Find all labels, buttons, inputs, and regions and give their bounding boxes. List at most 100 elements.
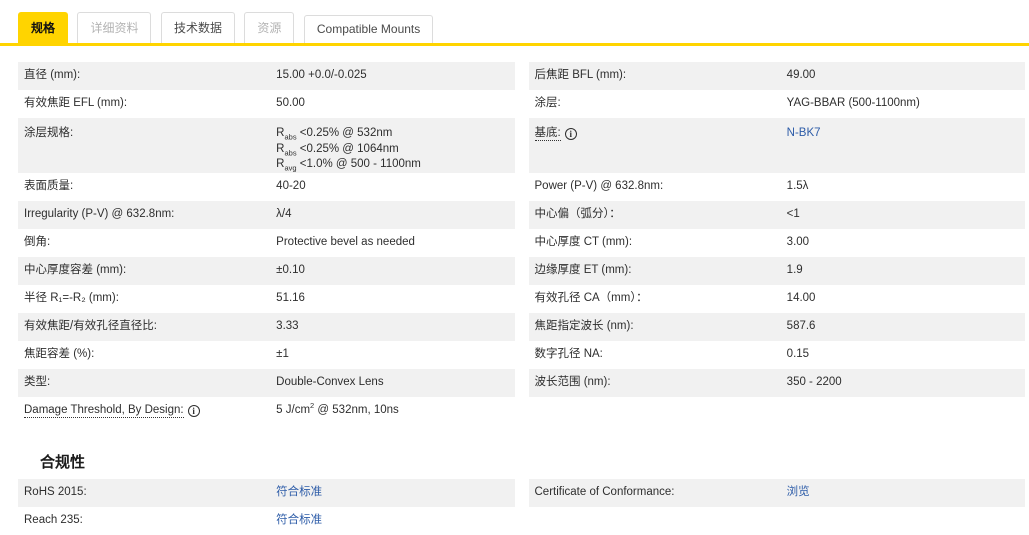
spec-row-centering: 中心偏（弧分）： <1 bbox=[528, 201, 1025, 229]
spec-value: 587.6 bbox=[786, 320, 816, 333]
tab-technical-data[interactable]: 技术数据 bbox=[160, 12, 235, 43]
spec-value: 49.00 bbox=[786, 69, 816, 82]
compliance-row-reach: Reach 235: 符合标准 bbox=[18, 507, 515, 535]
spec-label: Power (P-V) @ 632.8nm: bbox=[534, 180, 664, 193]
spec-value: 1.9 bbox=[786, 264, 803, 277]
tab-bar: 规格 详细资料 技术数据 资源 Compatible Mounts bbox=[0, 0, 1029, 46]
spec-value: Rabs <0.25% @ 532nm Rabs <0.25% @ 1064nm… bbox=[276, 124, 514, 175]
spec-label: 类型: bbox=[24, 376, 51, 389]
spec-value: YAG-BBAR (500-1100nm) bbox=[786, 97, 920, 110]
coating-line: Rabs <0.25% @ 1064nm bbox=[276, 142, 399, 157]
spec-value: 50.00 bbox=[276, 97, 305, 110]
spec-row-damage-threshold: Damage Threshold, By Design: i 5 J/cm2 @ … bbox=[18, 397, 515, 425]
spec-label: 中心厚度 CT (mm): bbox=[534, 236, 633, 249]
compliance-value: 符合标准 bbox=[276, 511, 514, 531]
spec-table-left: 直径 (mm): 15.00 +0.0/-0.025 有效焦距 EFL (mm)… bbox=[18, 62, 515, 425]
spec-row-diameter: 直径 (mm): 15.00 +0.0/-0.025 bbox=[18, 62, 515, 90]
coating-line: Rabs <0.25% @ 532nm bbox=[276, 127, 393, 142]
spec-value: Double-Convex Lens bbox=[276, 376, 384, 389]
spec-label: 中心偏（弧分）： bbox=[534, 208, 621, 221]
spec-value: ±0.10 bbox=[276, 264, 305, 277]
spec-row-empty bbox=[528, 397, 1025, 425]
tab-specifications[interactable]: 规格 bbox=[18, 12, 69, 43]
spec-label: 后焦距 BFL (mm): bbox=[534, 69, 627, 82]
compliance-label: Reach 235: bbox=[24, 514, 83, 527]
spec-label: 有效孔径 CA（mm）： bbox=[534, 292, 648, 305]
info-icon[interactable]: i bbox=[564, 128, 577, 140]
compliance-label: Certificate of Conformance: bbox=[534, 486, 675, 499]
spec-row-substrate: 基底: i N-BK7 bbox=[528, 118, 1025, 173]
spec-value: N-BK7 bbox=[787, 124, 1025, 144]
spec-value: 1.5λ bbox=[786, 180, 809, 193]
spec-label: 有效焦距/有效孔径直径比: bbox=[24, 320, 157, 333]
spec-value: ±1 bbox=[276, 348, 289, 361]
spec-row-design-wavelength: 焦距指定波长 (nm): 587.6 bbox=[528, 313, 1025, 341]
spec-row-coating: 涂层: YAG-BBAR (500-1100nm) bbox=[528, 90, 1025, 118]
compliance-row-coc: Certificate of Conformance: 浏览 bbox=[528, 479, 1025, 507]
tab-details[interactable]: 详细资料 bbox=[77, 12, 152, 43]
spec-label: 表面质量: bbox=[24, 180, 74, 193]
spec-row-surface-quality: 表面质量: 40-20 bbox=[18, 173, 515, 201]
spec-row-radius: 半径 R₁=-R₂ (mm): 51.16 bbox=[18, 285, 515, 313]
spec-row-et: 边缘厚度 ET (mm): 1.9 bbox=[528, 257, 1025, 285]
spec-row-f-number: 有效焦距/有效孔径直径比: 3.33 bbox=[18, 313, 515, 341]
spec-label: Irregularity (P-V) @ 632.8nm: bbox=[24, 208, 175, 221]
rohs-compliant-link[interactable]: 符合标准 bbox=[276, 486, 322, 498]
spec-value: 40-20 bbox=[276, 180, 306, 193]
spec-row-power: Power (P-V) @ 632.8nm: 1.5λ bbox=[528, 173, 1025, 201]
damage-threshold-label: Damage Threshold, By Design: bbox=[24, 404, 184, 419]
compliance-row-empty bbox=[528, 507, 1025, 535]
spec-value: 15.00 +0.0/-0.025 bbox=[276, 69, 367, 82]
spec-row-ct: 中心厚度 CT (mm): 3.00 bbox=[528, 229, 1025, 257]
spec-row-wavelength-range: 波长范围 (nm): 350 - 2200 bbox=[528, 369, 1025, 397]
spec-value: 3.33 bbox=[276, 320, 299, 333]
spec-row-bfl: 后焦距 BFL (mm): 49.00 bbox=[528, 62, 1025, 90]
tab-compatible-mounts[interactable]: Compatible Mounts bbox=[303, 15, 434, 43]
spec-label: 边缘厚度 ET (mm): bbox=[534, 264, 632, 277]
spec-value: Protective bevel as needed bbox=[276, 236, 415, 249]
spec-label: 倒角: bbox=[24, 236, 51, 249]
specifications-section: 直径 (mm): 15.00 +0.0/-0.025 有效焦距 EFL (mm)… bbox=[18, 62, 1025, 535]
spec-label: 涂层规格: bbox=[24, 127, 74, 139]
spec-value: 350 - 2200 bbox=[786, 376, 842, 389]
spec-label: 涂层: bbox=[534, 97, 561, 110]
tab-resources[interactable]: 资源 bbox=[244, 12, 295, 43]
spec-value: λ/4 bbox=[276, 208, 292, 221]
spec-label: 直径 (mm): bbox=[24, 69, 81, 82]
spec-label: 数字孔径 NA: bbox=[534, 348, 603, 361]
spec-row-type: 类型: Double-Convex Lens bbox=[18, 369, 515, 397]
spec-value: 3.00 bbox=[786, 236, 810, 249]
spec-label: 波长范围 (nm): bbox=[534, 376, 611, 389]
spec-row-ca: 有效孔径 CA（mm）： 14.00 bbox=[528, 285, 1025, 313]
spec-label: Damage Threshold, By Design: i bbox=[18, 401, 276, 421]
spec-row-coating-specs: 涂层规格: Rabs <0.25% @ 532nm Rabs <0.25% @ … bbox=[18, 118, 515, 173]
substrate-label: 基底: bbox=[534, 127, 561, 141]
info-icon[interactable]: i bbox=[187, 405, 200, 418]
spec-value: 0.15 bbox=[786, 348, 810, 361]
spec-label: 半径 R₁=-R₂ (mm): bbox=[24, 292, 119, 305]
compliance-table-left: RoHS 2015: 符合标准 Reach 235: 符合标准 bbox=[18, 479, 515, 535]
spec-row-na: 数字孔径 NA: 0.15 bbox=[528, 341, 1025, 369]
spec-table-right: 后焦距 BFL (mm): 49.00 涂层: YAG-BBAR (500-11… bbox=[528, 62, 1025, 425]
spec-row-efl: 有效焦距 EFL (mm): 50.00 bbox=[18, 90, 515, 118]
spec-value: 14.00 bbox=[786, 292, 816, 305]
spec-label: 焦距指定波长 (nm): bbox=[534, 320, 634, 333]
compliance-table-right: Certificate of Conformance: 浏览 bbox=[528, 479, 1025, 535]
spec-value: 5 J/cm2 @ 532nm, 10ns bbox=[276, 401, 399, 417]
spec-value: <1 bbox=[786, 208, 800, 221]
spec-label: 基底: i bbox=[529, 124, 787, 144]
compliance-value: 浏览 bbox=[787, 483, 1025, 503]
spec-row-ct-tolerance: 中心厚度容差 (mm): ±0.10 bbox=[18, 257, 515, 285]
spec-label: 有效焦距 EFL (mm): bbox=[24, 97, 128, 110]
coc-view-link[interactable]: 浏览 bbox=[787, 486, 810, 498]
substrate-link[interactable]: N-BK7 bbox=[787, 127, 821, 139]
compliance-row-rohs: RoHS 2015: 符合标准 bbox=[18, 479, 515, 507]
compliance-label: RoHS 2015: bbox=[24, 486, 87, 499]
reach-compliant-link[interactable]: 符合标准 bbox=[276, 514, 322, 526]
spec-label: 中心厚度容差 (mm): bbox=[24, 264, 127, 277]
compliance-heading: 合规性 bbox=[40, 454, 86, 471]
spec-row-bevel: 倒角: Protective bevel as needed bbox=[18, 229, 515, 257]
spec-label: 焦距容差 (%): bbox=[24, 348, 95, 361]
compliance-value: 符合标准 bbox=[276, 483, 514, 503]
spec-value: 51.16 bbox=[276, 292, 305, 305]
